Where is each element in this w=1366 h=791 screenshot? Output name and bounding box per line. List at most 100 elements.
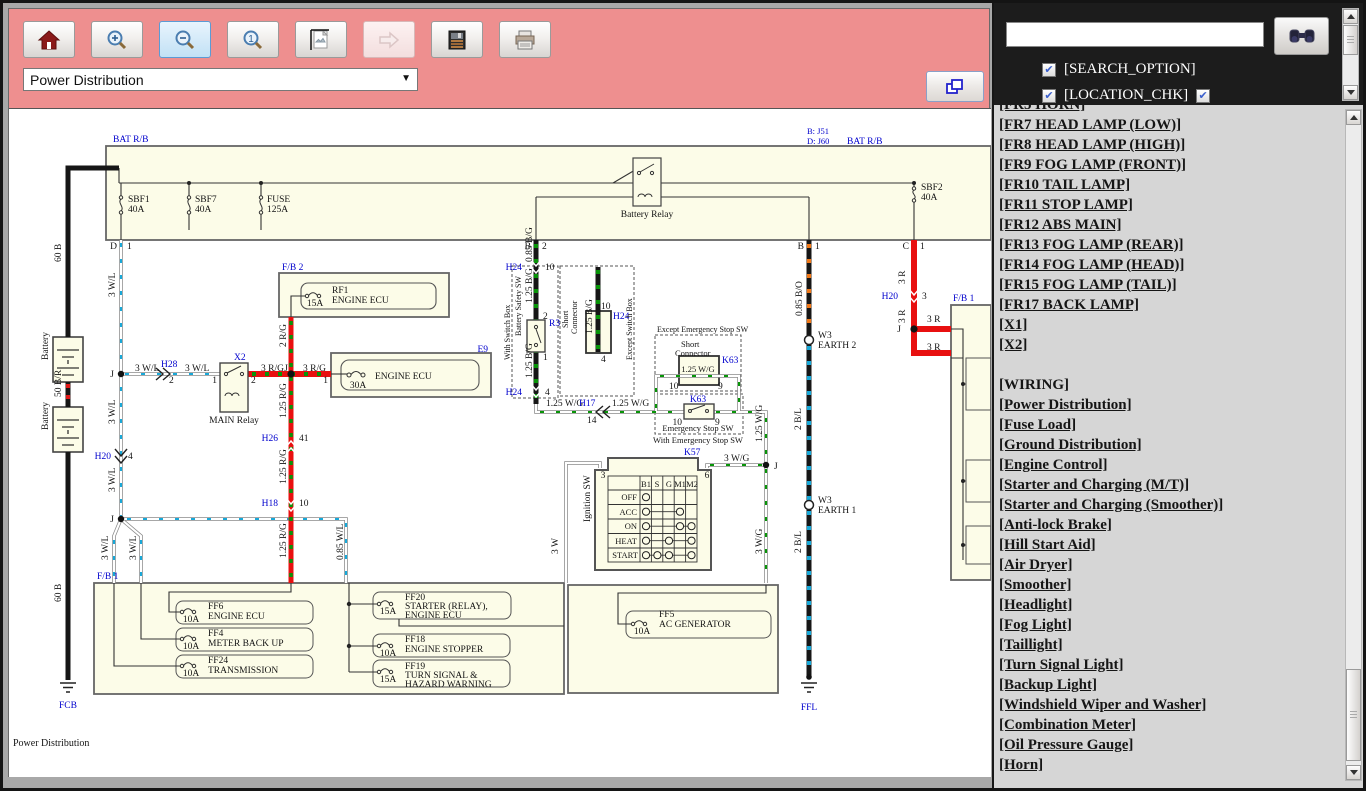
nav-link[interactable]: [Ground Distribution]	[999, 435, 1343, 455]
nav-link[interactable]: [Hill Start Aid]	[999, 535, 1343, 555]
diagram-label: 1.25 B/G	[525, 268, 535, 303]
scroll-up-button[interactable]	[1343, 9, 1358, 24]
diagram-ref-label[interactable]: H24	[506, 263, 523, 273]
diagram-select-value: Power Distribution	[30, 72, 144, 88]
diagram-ref-label[interactable]: H28	[161, 360, 178, 370]
diagram-ref-label[interactable]: D: J60	[807, 136, 829, 146]
search-panel-scrollbar[interactable]	[1342, 8, 1359, 101]
nav-link[interactable]: [FR13 FOG LAMP (REAR)]	[999, 235, 1343, 255]
nav-link[interactable]: [FR14 FOG LAMP (HEAD)]	[999, 255, 1343, 275]
nav-link[interactable]: [FR8 HEAD LAMP (HIGH)]	[999, 135, 1343, 155]
diagram-ref-label[interactable]: B: J51	[807, 126, 829, 136]
save-button[interactable]	[431, 21, 483, 58]
nav-link[interactable]: [FR12 ABS MAIN]	[999, 215, 1343, 235]
nav-link[interactable]: [Combination Meter]	[999, 715, 1343, 735]
diagram-label: HAZARD WARNING	[405, 680, 492, 690]
nav-link[interactable]: [FR9 FOG LAMP (FRONT)]	[999, 155, 1343, 175]
scroll-up-button[interactable]	[1346, 110, 1361, 125]
nav-link[interactable]: [FR11 STOP LAMP]	[999, 195, 1343, 215]
diagram-label: 10	[545, 263, 555, 273]
bus-batrb-label-right[interactable]: BAT R/B	[847, 137, 882, 147]
bus-batrb-label-left[interactable]: BAT R/B	[113, 135, 148, 145]
location-chk-checkbox[interactable]: ✔	[1042, 89, 1056, 103]
home-button[interactable]	[23, 21, 75, 58]
fit-page-button[interactable]	[295, 21, 347, 58]
nav-link[interactable]: [Backup Light]	[999, 675, 1343, 695]
diagram-ref-label[interactable]: FFL	[801, 703, 818, 713]
nav-link[interactable]: [Turn Signal Light]	[999, 655, 1343, 675]
diagram-ref-label[interactable]: H20	[882, 292, 899, 302]
nav-link[interactable]: [Anti-lock Brake]	[999, 515, 1343, 535]
nav-link[interactable]: [Horn]	[999, 755, 1343, 775]
diagram-label: 3 R	[927, 315, 941, 325]
diagram-label: 1	[212, 376, 217, 386]
scrollbar-thumb[interactable]	[1346, 669, 1361, 761]
diagram-ref-label[interactable]: H20	[95, 452, 112, 462]
diagram-label: Battery	[41, 332, 51, 360]
diagram-ref-label[interactable]: K63	[722, 356, 739, 366]
diagram-label: G	[666, 479, 672, 489]
diagram-label: 10A	[183, 669, 200, 679]
fb1-bottom-label[interactable]: F/B 1	[97, 572, 119, 582]
nav-link[interactable]: [Smoother]	[999, 575, 1343, 595]
diagram-label: 4	[545, 388, 550, 398]
diagram-canvas[interactable]: BAT R/BB: J51D: J60BAT R/BSBF140ASBF740A…	[9, 108, 991, 777]
battery-relay	[633, 158, 661, 206]
search-button[interactable]	[1274, 17, 1329, 55]
home-icon	[37, 29, 61, 51]
nav-link[interactable]: [Power Distribution]	[999, 395, 1343, 415]
search-input[interactable]	[1006, 22, 1264, 47]
diagram-label: 15A	[307, 299, 324, 309]
diagram-ref-label[interactable]: R3	[549, 319, 560, 329]
nav-link[interactable]: [Oil Pressure Gauge]	[999, 735, 1343, 755]
diagram-label: SBF7	[195, 195, 217, 205]
zoom-original-button[interactable]: 1	[227, 21, 279, 58]
nav-link[interactable]: [FR15 FOG LAMP (TAIL)]	[999, 275, 1343, 295]
nav-link[interactable]: [Taillight]	[999, 635, 1343, 655]
print-icon	[512, 29, 538, 51]
nav-link[interactable]: [X2]	[999, 335, 1343, 355]
nav-link[interactable]: [Engine Control]	[999, 455, 1343, 475]
nav-scrollbar[interactable]	[1345, 109, 1362, 781]
diagram-ref-label[interactable]: H18	[262, 499, 279, 509]
diagram-ref-label[interactable]: H17	[579, 399, 596, 409]
nav-link[interactable]: [Fuse Load]	[999, 415, 1343, 435]
diagram-label: 1	[127, 242, 132, 252]
print-button[interactable]	[499, 21, 551, 58]
zoom-in-button[interactable]	[91, 21, 143, 58]
forward-button[interactable]	[363, 21, 415, 58]
nav-link[interactable]: [Windshield Wiper and Washer]	[999, 695, 1343, 715]
fb1-right-label[interactable]: F/B 1	[953, 294, 975, 304]
scroll-down-button[interactable]	[1346, 765, 1361, 780]
diagram-ref-label[interactable]: E9	[477, 345, 488, 355]
diagram-select[interactable]: Power Distribution ▼	[23, 68, 418, 91]
nav-link[interactable]: [Starter and Charging (Smoother)]	[999, 495, 1343, 515]
nav-link[interactable]: [FR10 TAIL LAMP]	[999, 175, 1343, 195]
duplicate-window-button[interactable]	[926, 71, 984, 102]
diagram-label: 6	[705, 471, 710, 481]
zoom-out-icon	[173, 29, 197, 51]
scrollbar-thumb[interactable]	[1343, 25, 1358, 55]
diagram-ref-label[interactable]: H24	[506, 388, 523, 398]
search-option-checkbox[interactable]: ✔	[1042, 63, 1056, 77]
zoom-out-button[interactable]	[159, 21, 211, 58]
nav-link[interactable]: [Fog Light]	[999, 615, 1343, 635]
nav-link[interactable]: [Air Dryer]	[999, 555, 1343, 575]
nav-link[interactable]: [Headlight]	[999, 595, 1343, 615]
diagram-ref-label[interactable]: K63	[690, 395, 707, 405]
diagram-label: 15A	[380, 607, 397, 617]
diagram-label: 0.85 B/G	[525, 227, 535, 262]
nav-link[interactable]: [FR7 HEAD LAMP (LOW)]	[999, 115, 1343, 135]
diagram-ref-label[interactable]: H26	[262, 434, 279, 444]
nav-link[interactable]: [Starter and Charging (M/T)]	[999, 475, 1343, 495]
nav-link[interactable]: [X1]	[999, 315, 1343, 335]
nav-link[interactable]: [FR17 BACK LAMP]	[999, 295, 1343, 315]
nav-link[interactable]: [FR5 HORN]	[999, 105, 1343, 115]
location-chk-checkbox-2[interactable]: ✔	[1196, 89, 1210, 103]
diagram-ref-label[interactable]: K57	[684, 448, 701, 458]
diagram-label: MAIN Relay	[209, 416, 259, 426]
scroll-down-button[interactable]	[1343, 85, 1358, 100]
diagram-ref-label[interactable]: FCB	[59, 701, 77, 711]
diagram-ref-label[interactable]: F/B 2	[282, 263, 304, 273]
diagram-ref-label[interactable]: X2	[234, 353, 246, 363]
